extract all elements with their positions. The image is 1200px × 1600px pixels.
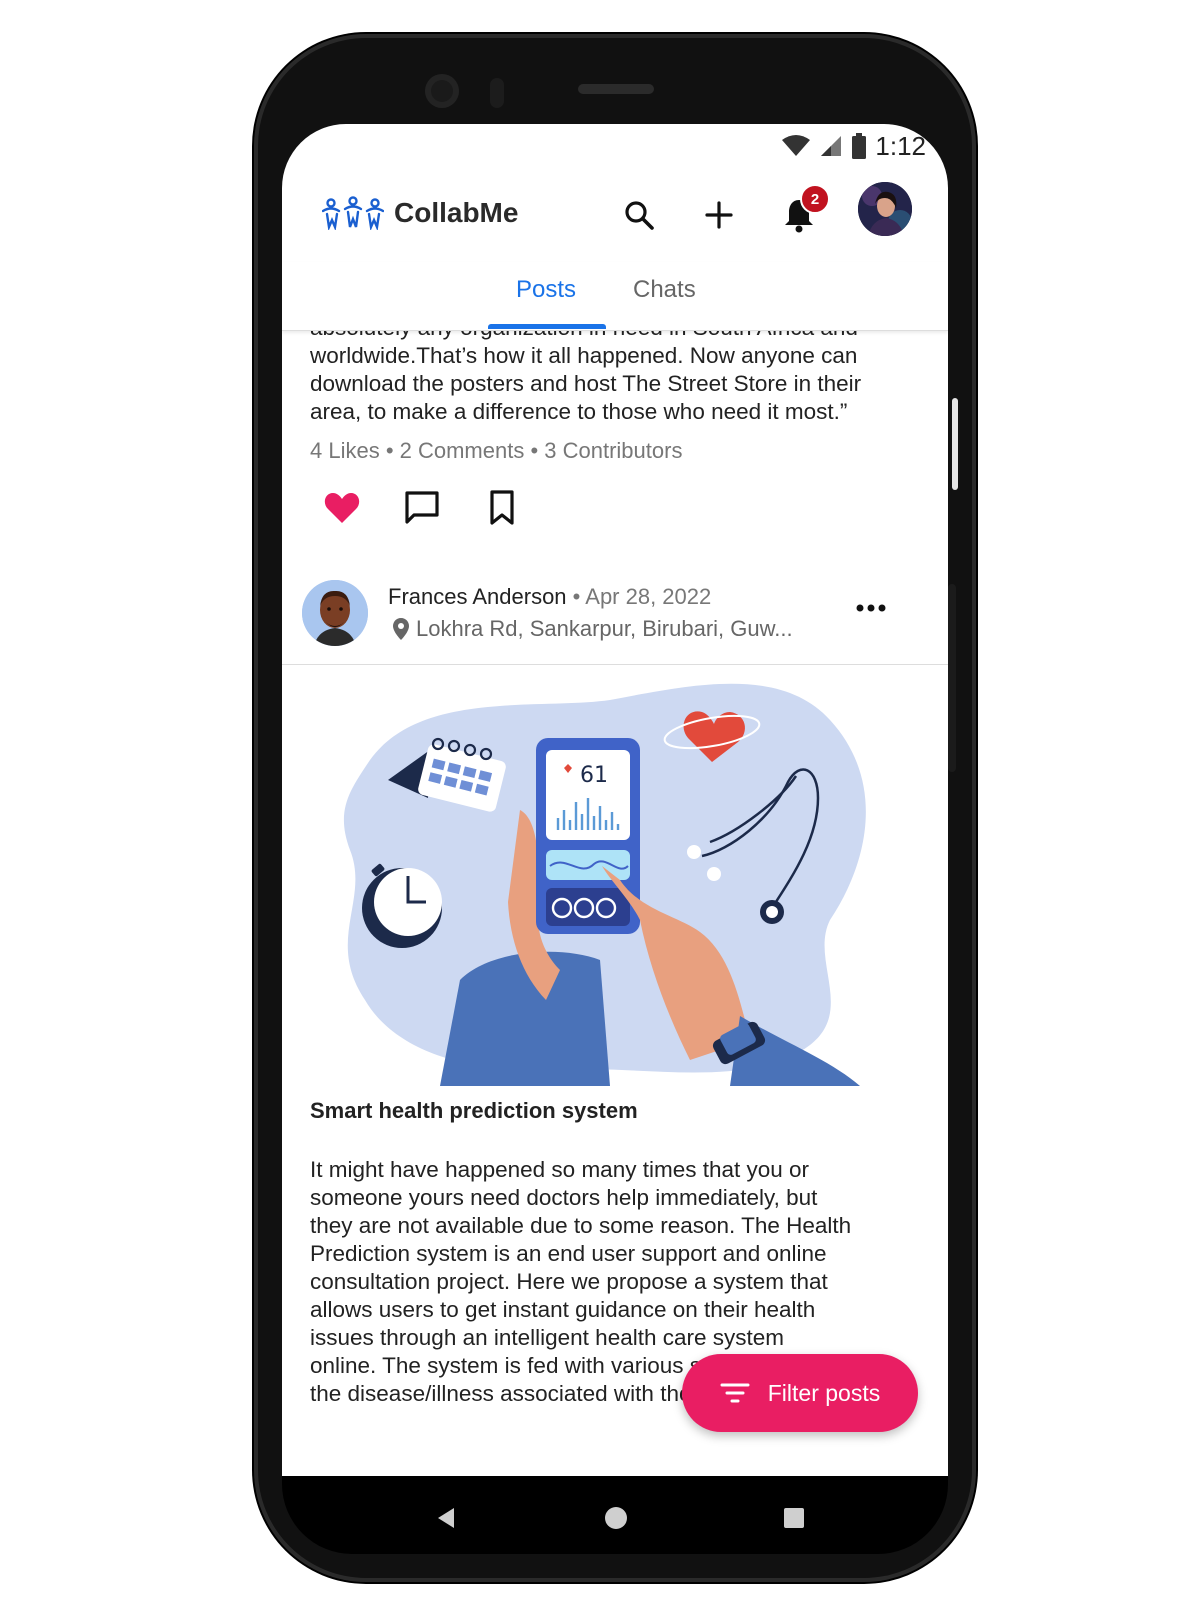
text-line: Prediction system is an end user support… [310,1241,827,1266]
post-image[interactable]: 61 [310,670,910,1086]
screen: 1:12 CollabMe 2 Posts Chats worldwide.Th… [282,124,948,1476]
filter-icon [720,1383,750,1403]
signal-icon [821,136,842,156]
location-text: Lokhra Rd, Sankarpur, Birubari, Guw... [416,616,793,641]
text-line: issues through an intelligent health car… [310,1325,785,1350]
power-button [948,584,956,772]
text-line: worldwide.That’s how it all happened. No… [310,343,858,368]
comment-icon [405,491,439,524]
comment-button[interactable] [402,488,442,528]
feed[interactable]: absolutely any organization in need in S… [282,330,948,1476]
text-line: someone yours need doctors help immediat… [310,1185,818,1210]
system-nav-bar [282,1476,948,1554]
app-logo: CollabMe [322,196,518,230]
collabme-logo-icon [322,196,384,230]
text-line: area, to make a difference to those who … [310,399,848,424]
post-title[interactable]: Smart health prediction system [310,1098,638,1124]
recents-icon [784,1508,804,1528]
heart-icon [324,493,360,523]
battery-icon [852,133,867,159]
text-line: consultation project. Here we propose a … [310,1269,828,1294]
filter-posts-label: Filter posts [767,1379,881,1406]
location-pin-icon [393,618,409,640]
meta-separator: • [566,584,586,609]
post-stats[interactable]: 4 Likes • 2 Comments • 3 Contributors [310,438,682,464]
tab-chats[interactable]: Chats [633,276,696,304]
app-bar: CollabMe 2 [282,172,948,258]
author-avatar-illustration [302,580,368,646]
text-line: absolutely any organization in need in S… [310,330,910,342]
bookmark-icon [490,490,514,525]
author-name[interactable]: Frances Anderson [388,584,567,609]
divider [282,664,948,665]
recents-button[interactable] [774,1498,814,1538]
back-icon [438,1508,454,1528]
author-avatar[interactable] [302,580,368,646]
front-camera [425,74,459,108]
post-options-button[interactable] [854,598,888,618]
home-button[interactable] [596,1498,636,1538]
plus-icon [705,201,733,229]
author-line: Frances Anderson • Apr 28, 2022 [388,584,711,610]
notification-badge: 2 [800,184,830,214]
filter-posts-button[interactable]: Filter posts [682,1354,918,1432]
status-bar: 1:12 [781,128,926,164]
previous-post-text: absolutely any organization in need in S… [310,330,910,426]
proximity-sensor [490,78,504,108]
text-line: they are not available due to some reaso… [310,1213,852,1238]
status-time: 1:12 [875,130,926,161]
search-icon [625,201,654,230]
text-line: It might have happened so many times tha… [310,1157,810,1182]
bookmark-button[interactable] [482,488,522,528]
add-post-button[interactable] [698,194,740,236]
notifications-button[interactable]: 2 [778,184,830,236]
text-line: allows users to get instant guidance on … [310,1297,816,1322]
tab-bar: Posts Chats [282,262,948,331]
post-date: Apr 28, 2022 [585,584,712,609]
like-button[interactable] [322,488,362,528]
app-name: CollabMe [394,197,519,228]
volume-button [952,398,958,490]
back-button[interactable] [426,1498,466,1538]
phone-frame: 1:12 CollabMe 2 Posts Chats worldwide.Th… [254,34,976,1582]
wifi-icon [782,135,811,156]
text-line: download the posters and host The Street… [310,371,862,396]
illustration-reading: 61 [580,763,608,788]
tab-indicator [488,324,606,329]
earpiece-speaker [578,84,654,94]
profile-avatar[interactable] [858,182,912,236]
more-icon [856,604,886,612]
post-location[interactable]: Lokhra Rd, Sankarpur, Birubari, Guw... [392,616,793,642]
search-button[interactable] [618,194,660,236]
profile-photo [858,182,912,236]
home-icon [605,1507,627,1529]
tab-posts[interactable]: Posts [516,276,576,304]
